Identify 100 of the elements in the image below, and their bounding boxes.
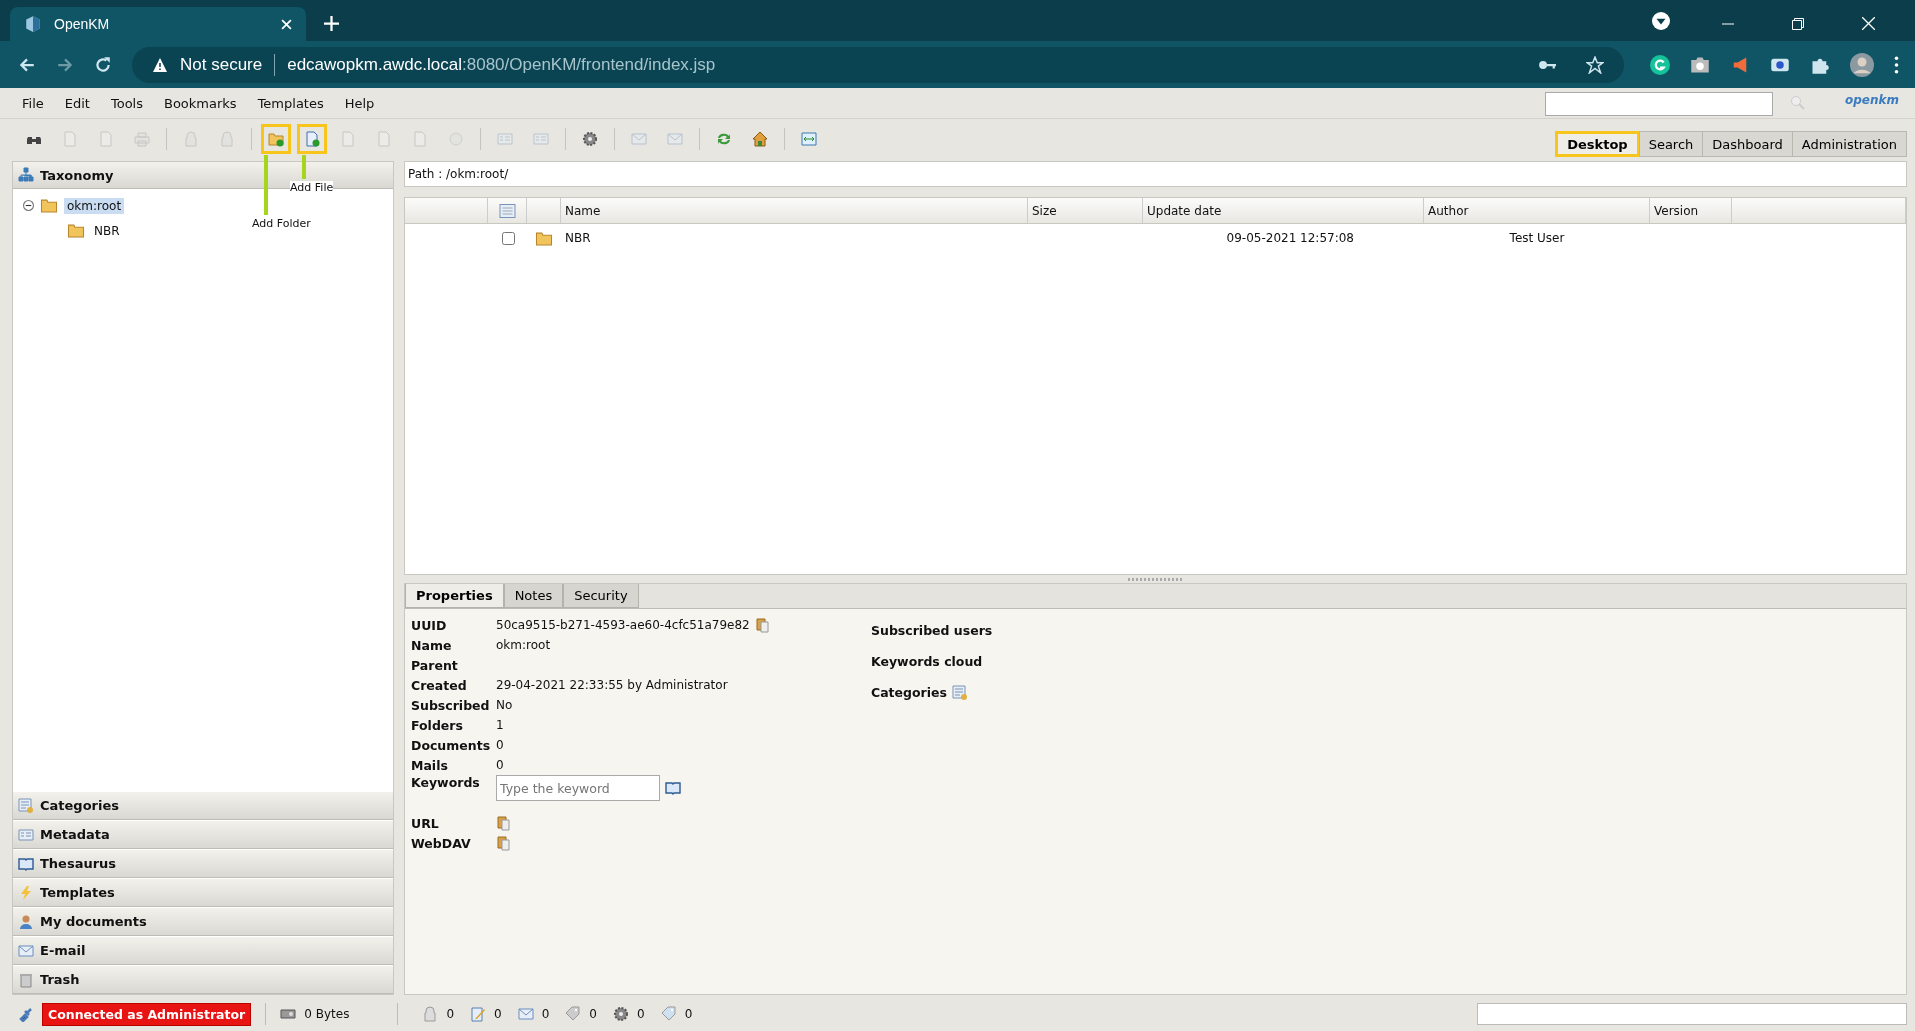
menu-item[interactable]: Templates xyxy=(257,95,324,111)
accordion-header[interactable]: Categories xyxy=(13,791,393,820)
more-icon[interactable] xyxy=(1894,55,1899,74)
doc-icon xyxy=(98,131,114,147)
user-status: Connected as Administrator xyxy=(42,1002,252,1026)
printer-icon xyxy=(134,131,150,147)
refresh-icon xyxy=(716,131,732,147)
extension-icon[interactable] xyxy=(1650,54,1670,75)
doc-icon xyxy=(376,131,392,147)
counter: 0 xyxy=(684,1007,693,1021)
trash-icon xyxy=(18,971,34,988)
list-icon xyxy=(497,131,513,147)
accordion-header[interactable]: E-mail xyxy=(13,936,393,965)
accordion-header[interactable]: Metadata xyxy=(13,820,393,849)
field-value: 0 xyxy=(496,738,504,752)
view-tab[interactable]: Dashboard xyxy=(1702,131,1793,157)
column-header[interactable]: Version xyxy=(1650,198,1732,223)
doc-icon xyxy=(62,131,78,147)
column-header[interactable]: Author xyxy=(1424,198,1650,223)
categories-icon xyxy=(18,797,34,814)
reload-icon[interactable] xyxy=(94,55,112,74)
field-label: Subscribed xyxy=(411,697,491,713)
column-header[interactable]: Name xyxy=(561,198,1028,223)
list-icon xyxy=(533,131,549,147)
counter: 0 xyxy=(494,1007,502,1021)
copy-icon xyxy=(754,617,771,633)
hierarchy-icon xyxy=(18,167,34,183)
select-all-icon[interactable] xyxy=(498,203,516,218)
collapse-icon[interactable] xyxy=(23,200,34,211)
menu-item[interactable]: Tools xyxy=(110,95,143,111)
accordion-header[interactable]: My documents xyxy=(13,907,393,936)
menu-item[interactable]: Bookmarks xyxy=(164,95,237,111)
menu-item[interactable]: Edit xyxy=(64,95,90,111)
field-label: Keywords xyxy=(411,775,481,790)
tree-item[interactable]: okm:root xyxy=(64,197,125,214)
field-label: Documents xyxy=(411,737,492,753)
menu-item[interactable]: File xyxy=(22,95,44,111)
bolt-icon xyxy=(18,884,34,901)
properties-tab[interactable]: Properties xyxy=(405,584,504,608)
star-icon[interactable] xyxy=(1586,55,1604,74)
view-tab[interactable]: Search xyxy=(1638,131,1704,157)
mail-icon xyxy=(667,131,683,147)
column-header[interactable]: Update date xyxy=(1143,198,1424,223)
tag-icon xyxy=(565,1006,582,1022)
counter: 0 xyxy=(589,1007,597,1021)
restore-icon[interactable] xyxy=(1792,18,1804,30)
doc-add-icon xyxy=(304,131,320,147)
accordion-label: E-mail xyxy=(40,943,86,958)
field-label: Created xyxy=(411,677,468,693)
storage-size: 0 Bytes xyxy=(304,1007,350,1021)
counter: 0 xyxy=(446,1007,455,1021)
properties-tab[interactable]: Notes xyxy=(503,584,564,608)
search-field[interactable] xyxy=(1545,92,1773,116)
field-value: okm:root xyxy=(496,638,551,652)
field-value: 0 xyxy=(496,758,504,772)
copy-icon xyxy=(496,815,512,831)
field-label: UUID xyxy=(411,617,448,633)
lock-icon xyxy=(183,131,199,147)
book-icon xyxy=(18,855,34,872)
menu-item[interactable]: Help xyxy=(344,95,375,111)
field-label: URL xyxy=(411,815,440,831)
close-icon[interactable] xyxy=(1862,17,1875,30)
gear-icon xyxy=(582,131,598,147)
view-tab[interactable]: Administration xyxy=(1791,131,1907,157)
address-bar[interactable]: Not secure edcawopkm.awdc.local:8080/OpenKM/frontend/index.jsp xyxy=(132,46,1624,83)
mail-icon xyxy=(631,131,647,147)
tree-item[interactable]: NBR xyxy=(91,222,123,239)
view-tab[interactable]: Desktop xyxy=(1555,131,1640,157)
accordion-header[interactable]: Templates xyxy=(13,878,393,907)
close-icon[interactable] xyxy=(281,18,292,30)
folder-icon xyxy=(535,230,553,246)
folder-icon xyxy=(67,223,85,238)
splitter-handle[interactable] xyxy=(1127,577,1184,581)
table-cell-text: Test User xyxy=(1508,231,1566,245)
person-icon xyxy=(18,913,34,930)
avatar-icon[interactable] xyxy=(1850,52,1874,77)
accordion-header[interactable]: Thesaurus xyxy=(13,849,393,878)
keyword-field[interactable]: Type the keyword xyxy=(496,775,660,801)
home-icon xyxy=(752,131,768,147)
gear-icon xyxy=(613,1006,629,1022)
callout-label: Add Folder xyxy=(252,217,311,230)
lock-icon xyxy=(219,131,235,147)
field-label: Parent xyxy=(411,657,459,673)
column-header[interactable]: Size xyxy=(1028,198,1143,223)
new-tab-icon[interactable] xyxy=(324,16,339,31)
accordion-header[interactable]: Trash xyxy=(13,965,393,994)
panel-title: Taxonomy xyxy=(40,167,114,183)
split-icon xyxy=(801,131,817,147)
accordion-label: Thesaurus xyxy=(40,856,117,871)
metadata-icon xyxy=(18,826,34,843)
tab-search-icon[interactable] xyxy=(1652,12,1670,30)
field-value: No xyxy=(496,698,513,712)
accordion-label: Trash xyxy=(40,972,80,987)
browser-tab[interactable]: OpenKM xyxy=(10,7,306,41)
mail-icon xyxy=(517,1006,534,1022)
field-value: 1 xyxy=(496,718,504,732)
categories-icon xyxy=(951,684,968,701)
row-checkbox[interactable] xyxy=(501,231,515,245)
properties-tab[interactable]: Security xyxy=(563,584,639,608)
doc-icon xyxy=(340,131,356,147)
